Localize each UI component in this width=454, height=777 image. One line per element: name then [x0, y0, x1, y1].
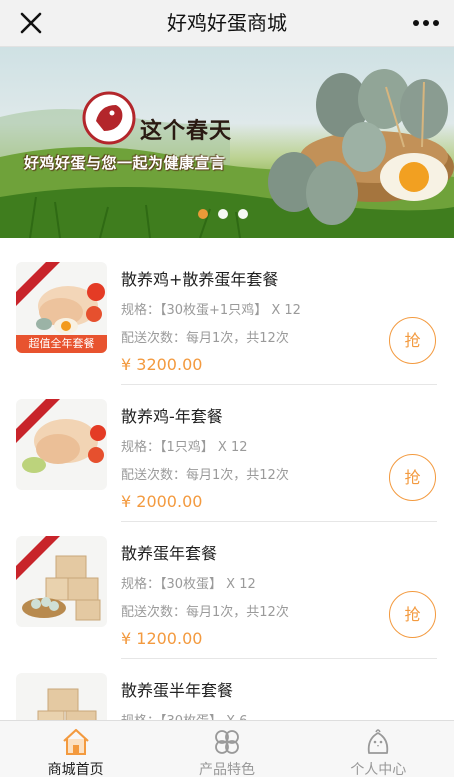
product-name[interactable]: 散养蛋半年套餐	[121, 677, 434, 701]
tab-home[interactable]: 商城首页	[0, 721, 151, 777]
buy-button[interactable]: 抢	[389, 454, 436, 501]
product-frequency: 配送次数：每月1次，共12次	[121, 331, 289, 346]
product-name[interactable]: 散养蛋年套餐	[121, 540, 434, 564]
title-bar: 好鸡好蛋商城	[0, 0, 454, 47]
banner-headline: 这个春天	[140, 119, 233, 144]
carousel-dots	[198, 209, 248, 221]
product-thumbnail[interactable]: 超值全年套餐	[16, 262, 107, 353]
product-price: ¥ 2000.00	[121, 492, 203, 511]
home-icon	[62, 728, 89, 755]
product-spec: 规格：【30枚蛋+1只鸡】 X 12	[121, 303, 301, 318]
buy-button[interactable]: 抢	[389, 317, 436, 364]
banner-eggs-image	[268, 69, 454, 225]
carousel-dot-1[interactable]	[198, 209, 208, 219]
product-card[interactable]: 散养蛋半年套餐 规格：【30枚蛋】 X 6	[0, 659, 454, 720]
buy-button[interactable]: 抢	[389, 591, 436, 638]
product-spec: 规格：【30枚蛋】 X 6	[121, 710, 434, 720]
product-list: 超值全年套餐 散养鸡+散养蛋年套餐 规格：【30枚蛋+1只鸡】 X 12 配送次…	[0, 248, 454, 720]
carousel-dot-2[interactable]	[218, 209, 228, 219]
bottom-tab-bar: 商城首页 产品特色 个人中心	[0, 720, 454, 777]
product-thumbnail[interactable]	[16, 536, 107, 627]
clover-icon	[215, 730, 239, 754]
product-name[interactable]: 散养鸡+散养蛋年套餐	[121, 266, 434, 290]
product-frequency: 配送次数：每月1次，共12次	[121, 468, 289, 483]
chicken-image	[16, 399, 106, 473]
tab-features[interactable]: 产品特色	[151, 721, 302, 777]
product-card[interactable]: 散养蛋年套餐 规格：【30枚蛋】 X 12 配送次数：每月1次，共12次 ¥ 1…	[0, 522, 454, 659]
more-options-icon[interactable]	[412, 12, 440, 34]
product-spec: 规格：【30枚蛋】 X 12	[121, 577, 256, 592]
carousel-dot-3[interactable]	[238, 209, 248, 219]
product-spec: 规格：【1只鸡】 X 12	[121, 440, 248, 455]
product-thumbnail[interactable]	[16, 673, 107, 720]
product-card[interactable]: 散养鸡-年套餐 规格：【1只鸡】 X 12 配送次数：每月1次，共12次 ¥ 2…	[0, 385, 454, 522]
tab-label: 个人中心	[350, 762, 407, 777]
product-name[interactable]: 散养鸡-年套餐	[121, 403, 434, 427]
chick-icon	[368, 729, 389, 754]
product-card[interactable]: 超值全年套餐 散养鸡+散养蛋年套餐 规格：【30枚蛋+1只鸡】 X 12 配送次…	[0, 248, 454, 385]
product-frequency: 配送次数：每月1次，共12次	[121, 605, 289, 620]
banner-subline: 好鸡好蛋与您一起为健康宣言	[24, 154, 226, 172]
product-price: ¥ 3200.00	[121, 355, 203, 374]
page-title: 好鸡好蛋商城	[167, 11, 287, 35]
brand-logo	[82, 91, 136, 145]
egg-boxes-image	[16, 536, 101, 621]
tab-label: 商城首页	[47, 762, 104, 777]
product-thumbnail[interactable]	[16, 399, 107, 490]
product-price: ¥ 1200.00	[121, 629, 203, 648]
tab-label: 产品特色	[198, 762, 255, 777]
product-caption: 超值全年套餐	[16, 335, 107, 353]
tab-profile[interactable]: 个人中心	[303, 721, 454, 777]
egg-boxes-image	[37, 688, 97, 720]
